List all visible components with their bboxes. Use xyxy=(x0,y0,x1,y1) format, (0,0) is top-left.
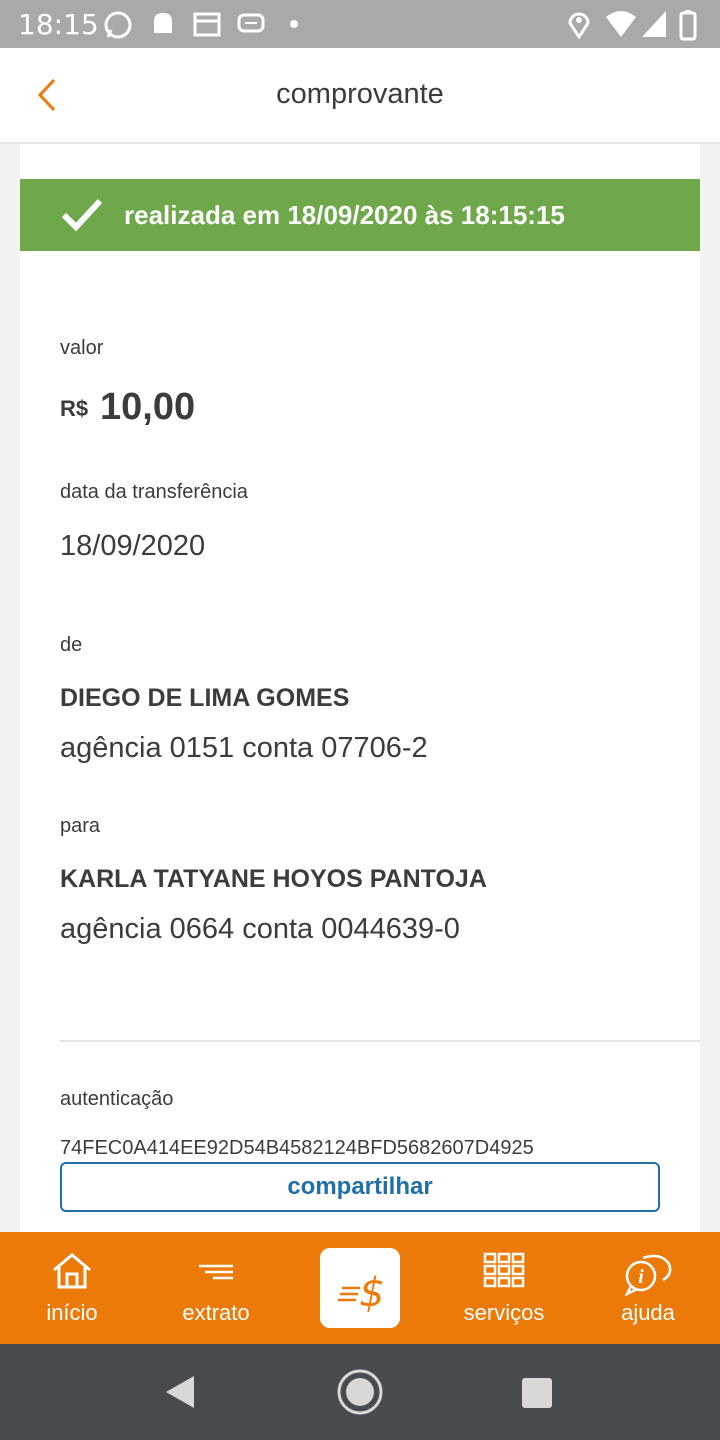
transfer-button[interactable]: $ xyxy=(320,1248,400,1328)
bottom-nav: início extrato $ serviços i ajuda xyxy=(0,1232,720,1344)
svg-text:i: i xyxy=(638,1266,644,1288)
amount-label: valor xyxy=(60,337,104,359)
wifi-icon xyxy=(606,11,636,37)
nav-item-ajuda[interactable]: i ajuda xyxy=(576,1232,720,1344)
page-title: comprovante xyxy=(276,78,444,110)
message-icon xyxy=(237,13,265,33)
sender-name: DIEGO DE LIMA GOMES xyxy=(60,684,350,712)
signal-icon xyxy=(642,11,666,37)
whatsapp-icon xyxy=(104,11,132,39)
checkmark-icon xyxy=(61,198,103,232)
authentication-label: autenticação xyxy=(60,1088,174,1110)
status-time: 18:15 xyxy=(18,8,99,41)
dot-icon xyxy=(290,20,298,28)
location-icon xyxy=(568,12,590,39)
nav-item-inicio[interactable]: início xyxy=(0,1232,144,1344)
nav-item-extrato[interactable]: extrato xyxy=(144,1232,288,1344)
battery-icon xyxy=(679,10,697,41)
success-banner: realizada em 18/09/2020 às 18:15:15 xyxy=(20,179,700,251)
transfer-date-label: data da transferência xyxy=(60,481,248,503)
from-label: de xyxy=(60,634,83,656)
status-bar: 18:15 xyxy=(0,0,720,48)
help-chat-icon: i xyxy=(624,1254,672,1296)
nav-label-servicos: serviços xyxy=(463,1300,545,1325)
authentication-code: 74FEC0A414EE92D54B4582124BFD5682607D4925 xyxy=(60,1137,534,1159)
system-nav-bar xyxy=(0,1344,720,1440)
recipient-name: KARLA TATYANE HOYOS PANTOJA xyxy=(60,865,487,893)
recipient-account: agência 0664 conta 0044639-0 xyxy=(60,913,460,945)
recents-square-icon[interactable] xyxy=(520,1376,554,1410)
share-button[interactable]: compartilhar xyxy=(60,1162,660,1212)
app-header: comprovante xyxy=(0,48,720,144)
back-triangle-icon[interactable] xyxy=(162,1374,198,1410)
svg-text:$: $ xyxy=(359,1270,384,1316)
transfer-date-value: 18/09/2020 xyxy=(60,530,206,562)
nav-label-extrato: extrato xyxy=(182,1300,250,1325)
nav-label-inicio: início xyxy=(46,1300,98,1325)
grid-icon xyxy=(483,1252,525,1288)
currency-symbol: R$ xyxy=(60,396,89,421)
receipt-card: realizada em 18/09/2020 às 18:15:15 valo… xyxy=(20,144,700,1232)
notification-app-icon xyxy=(154,13,172,33)
nav-item-servicos[interactable]: serviços xyxy=(432,1232,576,1344)
calendar-icon xyxy=(193,12,221,37)
divider xyxy=(60,1040,700,1042)
home-icon xyxy=(53,1253,91,1289)
amount-value: 10,00 xyxy=(100,386,196,428)
statement-icon xyxy=(199,1264,233,1280)
sender-account: agência 0151 conta 07706-2 xyxy=(60,732,428,764)
home-circle-icon[interactable] xyxy=(336,1368,384,1416)
to-label: para xyxy=(60,815,101,837)
nav-label-ajuda: ajuda xyxy=(621,1300,675,1325)
transfer-money-icon: $ xyxy=(338,1270,385,1316)
success-message: realizada em 18/09/2020 às 18:15:15 xyxy=(124,200,565,230)
